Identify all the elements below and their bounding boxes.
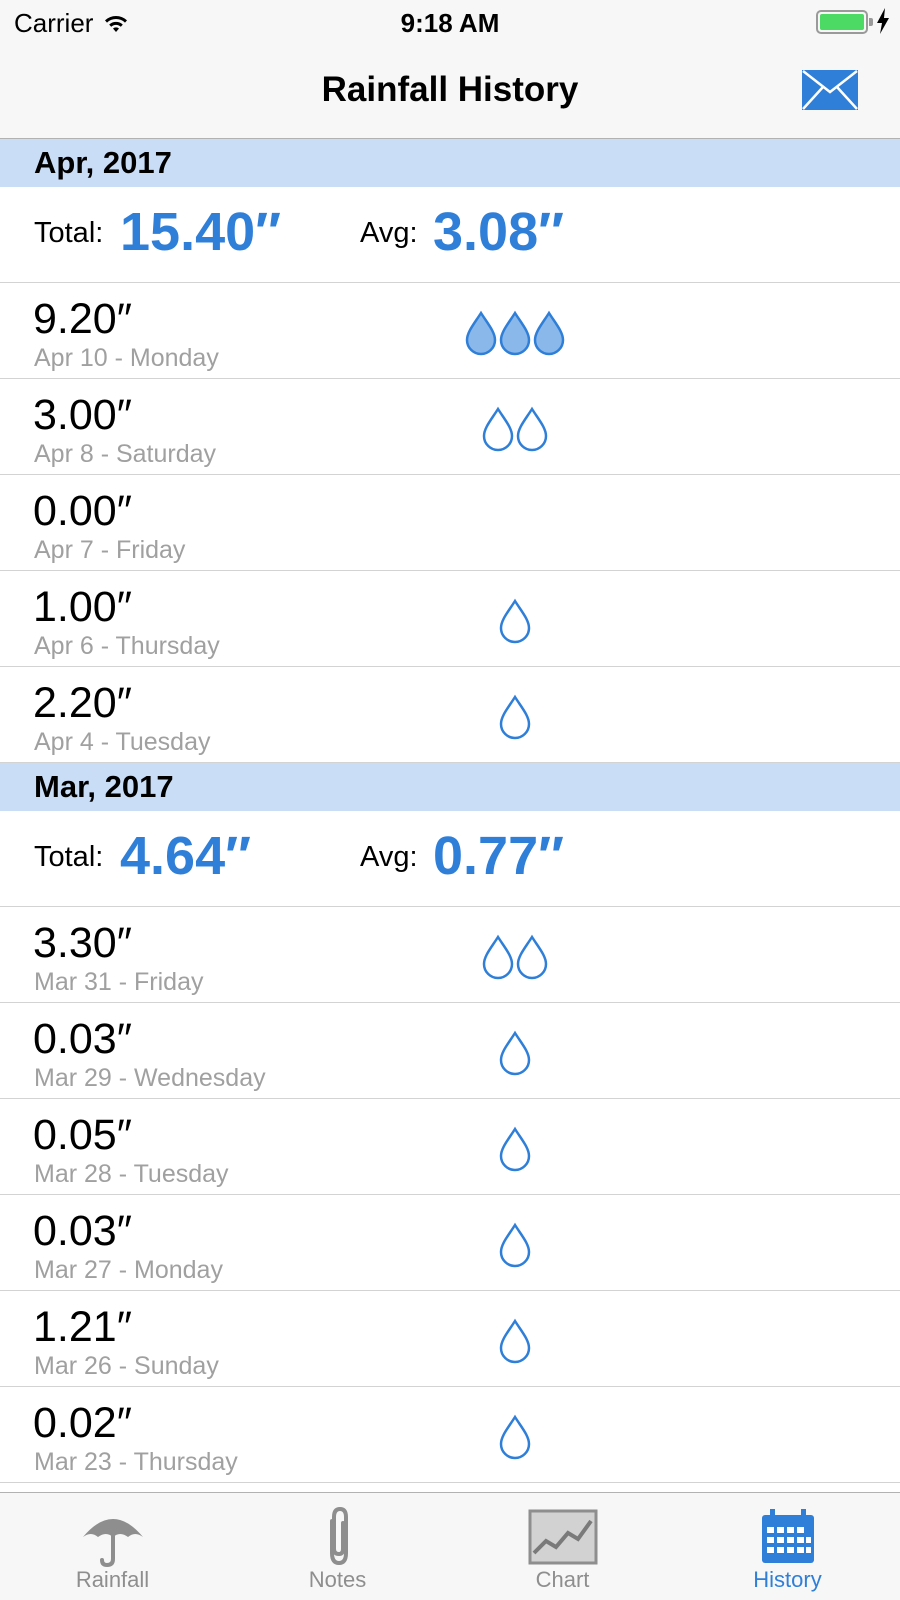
total-label: Total: — [34, 217, 104, 249]
average-label: Avg: — [360, 217, 418, 249]
raindrop-indicator — [0, 406, 900, 452]
rainfall-amount: 0.00″ — [33, 487, 132, 535]
history-list[interactable]: Apr, 2017 Total: 15.40″ Avg: 3.08″ 9.20″ Apr 1… — [0, 139, 900, 1492]
status-time: 9:18 AM — [400, 8, 500, 38]
month-summary-row: Total: 4.64″ Avg: 0.77″ — [0, 811, 900, 907]
raindrop-icon — [482, 934, 514, 980]
raindrop-indicator — [0, 1222, 900, 1268]
rainfall-entry-row[interactable]: 9.20″ Apr 10 - Monday — [0, 283, 900, 379]
tab-notes[interactable]: Notes — [225, 1493, 450, 1600]
average-label: Avg: — [360, 841, 418, 873]
email-button[interactable] — [802, 70, 858, 110]
raindrop-icon — [499, 694, 531, 740]
month-section-header: Apr, 2017 — [0, 139, 900, 187]
raindrop-indicator — [0, 310, 900, 356]
raindrop-icon — [499, 1126, 531, 1172]
raindrop-icon — [482, 406, 514, 452]
raindrop-indicator — [0, 934, 900, 980]
paperclip-icon — [329, 1507, 348, 1566]
tab-bar: Rainfall Notes Chart History — [0, 1492, 900, 1600]
tab-chart[interactable]: Chart — [450, 1493, 675, 1600]
status-bar: Carrier 9:18 AM — [0, 0, 900, 46]
rainfall-entry-row[interactable]: 0.02″ Mar 23 - Thursday — [0, 1387, 900, 1483]
navigation-bar: Rainfall History — [0, 46, 900, 139]
raindrop-icon — [499, 310, 531, 356]
battery-level — [820, 14, 864, 30]
tab-history-label: History — [753, 1567, 822, 1592]
raindrop-indicator — [0, 1318, 900, 1364]
average-value: 0.77″ — [433, 826, 564, 886]
raindrop-icon — [516, 934, 548, 980]
month-summary-row: Total: 15.40″ Avg: 3.08″ — [0, 187, 900, 283]
rainfall-entry-row[interactable]: 0.03″ Mar 27 - Monday — [0, 1195, 900, 1291]
rainfall-date: Apr 7 - Friday — [34, 536, 186, 564]
raindrop-icon — [499, 1414, 531, 1460]
charging-bolt-icon — [877, 8, 889, 34]
page-title: Rainfall History — [321, 70, 579, 109]
tab-history[interactable]: History — [675, 1493, 900, 1600]
raindrop-icon — [499, 1222, 531, 1268]
total-value: 15.40″ — [120, 202, 281, 262]
umbrella-icon — [82, 1519, 143, 1567]
raindrop-indicator — [0, 1030, 900, 1076]
rainfall-entry-row[interactable]: 0.00″ Apr 7 - Friday — [0, 475, 900, 571]
raindrop-icon — [499, 1030, 531, 1076]
rainfall-entry-row[interactable]: 3.30″ Mar 31 - Friday — [0, 907, 900, 1003]
raindrop-icon — [533, 310, 565, 356]
raindrop-icon — [516, 406, 548, 452]
average-value: 3.08″ — [433, 202, 564, 262]
chart-icon — [528, 1509, 597, 1565]
tab-rainfall[interactable]: Rainfall — [0, 1493, 225, 1600]
raindrop-icon — [499, 598, 531, 644]
rainfall-entry-row[interactable]: 1.00″ Apr 6 - Thursday — [0, 571, 900, 667]
rainfall-entry-row[interactable]: 2.20″ Apr 4 - Tuesday — [0, 667, 900, 763]
total-value: 4.64″ — [120, 826, 251, 886]
raindrop-icon — [465, 310, 497, 356]
rainfall-entry-row[interactable]: 0.03″ Mar 29 - Wednesday — [0, 1003, 900, 1099]
month-section-header: Mar, 2017 — [0, 763, 900, 811]
raindrop-indicator — [0, 598, 900, 644]
tab-chart-label: Chart — [535, 1567, 590, 1592]
calendar-icon — [761, 1509, 814, 1563]
rainfall-entry-row[interactable]: 3.00″ Apr 8 - Saturday — [0, 379, 900, 475]
battery-icon — [816, 10, 873, 34]
total-label: Total: — [34, 841, 104, 873]
raindrop-icon — [499, 1318, 531, 1364]
battery-nub — [869, 18, 873, 26]
rainfall-entry-row[interactable]: 1.21″ Mar 26 - Sunday — [0, 1291, 900, 1387]
raindrop-indicator — [0, 694, 900, 740]
rainfall-entry-row[interactable]: 0.05″ Mar 28 - Tuesday — [0, 1099, 900, 1195]
raindrop-indicator — [0, 1414, 900, 1460]
tab-notes-label: Notes — [308, 1567, 367, 1592]
raindrop-indicator — [0, 1126, 900, 1172]
tab-rainfall-label: Rainfall — [75, 1567, 150, 1592]
